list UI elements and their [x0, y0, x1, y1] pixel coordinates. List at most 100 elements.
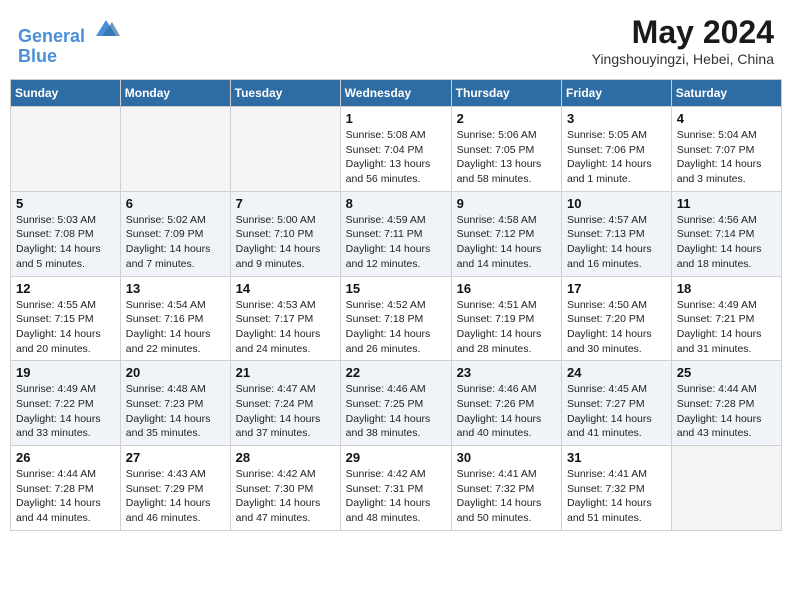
day-info: Sunrise: 5:06 AMSunset: 7:05 PMDaylight:…	[457, 128, 556, 187]
day-number: 8	[346, 196, 446, 211]
day-info: Sunrise: 4:59 AMSunset: 7:11 PMDaylight:…	[346, 213, 446, 272]
day-number: 13	[126, 281, 225, 296]
day-info: Sunrise: 4:45 AMSunset: 7:27 PMDaylight:…	[567, 382, 666, 441]
day-number: 6	[126, 196, 225, 211]
calendar-week-row: 5 Sunrise: 5:03 AMSunset: 7:08 PMDaylight…	[11, 191, 782, 276]
day-number: 29	[346, 450, 446, 465]
calendar-day-5: 5 Sunrise: 5:03 AMSunset: 7:08 PMDaylight…	[11, 191, 121, 276]
day-info: Sunrise: 4:58 AMSunset: 7:12 PMDaylight:…	[457, 213, 556, 272]
calendar-day-9: 9 Sunrise: 4:58 AMSunset: 7:12 PMDaylight…	[451, 191, 561, 276]
column-header-tuesday: Tuesday	[230, 80, 340, 107]
day-info: Sunrise: 4:54 AMSunset: 7:16 PMDaylight:…	[126, 298, 225, 357]
day-number: 25	[677, 365, 776, 380]
calendar-day-14: 14Sunrise: 4:53 AMSunset: 7:17 PMDayligh…	[230, 276, 340, 361]
calendar-week-row: 19Sunrise: 4:49 AMSunset: 7:22 PMDayligh…	[11, 361, 782, 446]
calendar-day-1: 1 Sunrise: 5:08 AMSunset: 7:04 PMDaylight…	[340, 107, 451, 192]
calendar-day-4: 4 Sunrise: 5:04 AMSunset: 7:07 PMDaylight…	[671, 107, 781, 192]
calendar-day-22: 22Sunrise: 4:46 AMSunset: 7:25 PMDayligh…	[340, 361, 451, 446]
day-number: 16	[457, 281, 556, 296]
day-number: 5	[16, 196, 115, 211]
title-section: May 2024 Yingshouyingzi, Hebei, China	[592, 14, 774, 67]
calendar-day-31: 31 Sunrise: 4:41 AMSunset: 7:32 PMDayligh…	[562, 446, 672, 531]
calendar-day-18: 18 Sunrise: 4:49 AMSunset: 7:21 PMDayligh…	[671, 276, 781, 361]
day-number: 9	[457, 196, 556, 211]
day-info: Sunrise: 4:55 AMSunset: 7:15 PMDaylight:…	[16, 298, 115, 357]
calendar-day-28: 28 Sunrise: 4:42 AMSunset: 7:30 PMDayligh…	[230, 446, 340, 531]
calendar-table: SundayMondayTuesdayWednesdayThursdayFrid…	[10, 79, 782, 531]
day-info: Sunrise: 4:41 AMSunset: 7:32 PMDaylight:…	[457, 467, 556, 526]
day-info: Sunrise: 5:03 AMSunset: 7:08 PMDaylight:…	[16, 213, 115, 272]
logo-icon	[92, 14, 120, 42]
column-header-friday: Friday	[562, 80, 672, 107]
calendar-day-24: 24 Sunrise: 4:45 AMSunset: 7:27 PMDayligh…	[562, 361, 672, 446]
calendar-day-10: 10 Sunrise: 4:57 AMSunset: 7:13 PMDayligh…	[562, 191, 672, 276]
calendar-day-15: 15 Sunrise: 4:52 AMSunset: 7:18 PMDayligh…	[340, 276, 451, 361]
calendar-header-row: SundayMondayTuesdayWednesdayThursdayFrid…	[11, 80, 782, 107]
column-header-wednesday: Wednesday	[340, 80, 451, 107]
calendar-day-19: 19Sunrise: 4:49 AMSunset: 7:22 PMDayligh…	[11, 361, 121, 446]
day-info: Sunrise: 5:05 AMSunset: 7:06 PMDaylight:…	[567, 128, 666, 187]
day-number: 30	[457, 450, 556, 465]
day-number: 21	[236, 365, 335, 380]
column-header-sunday: Sunday	[11, 80, 121, 107]
day-info: Sunrise: 4:44 AMSunset: 7:28 PMDaylight:…	[677, 382, 776, 441]
logo-text: General	[18, 14, 120, 47]
calendar-day-27: 27Sunrise: 4:43 AMSunset: 7:29 PMDayligh…	[120, 446, 230, 531]
calendar-day-25: 25 Sunrise: 4:44 AMSunset: 7:28 PMDayligh…	[671, 361, 781, 446]
calendar-day-23: 23 Sunrise: 4:46 AMSunset: 7:26 PMDayligh…	[451, 361, 561, 446]
day-info: Sunrise: 4:46 AMSunset: 7:26 PMDaylight:…	[457, 382, 556, 441]
day-number: 20	[126, 365, 225, 380]
day-info: Sunrise: 5:02 AMSunset: 7:09 PMDaylight:…	[126, 213, 225, 272]
day-info: Sunrise: 4:48 AMSunset: 7:23 PMDaylight:…	[126, 382, 225, 441]
day-info: Sunrise: 4:42 AMSunset: 7:31 PMDaylight:…	[346, 467, 446, 526]
day-number: 24	[567, 365, 666, 380]
calendar-day-29: 29 Sunrise: 4:42 AMSunset: 7:31 PMDayligh…	[340, 446, 451, 531]
day-number: 1	[346, 111, 446, 126]
day-info: Sunrise: 5:00 AMSunset: 7:10 PMDaylight:…	[236, 213, 335, 272]
day-info: Sunrise: 4:51 AMSunset: 7:19 PMDaylight:…	[457, 298, 556, 357]
column-header-saturday: Saturday	[671, 80, 781, 107]
day-number: 18	[677, 281, 776, 296]
day-number: 12	[16, 281, 115, 296]
day-number: 23	[457, 365, 556, 380]
day-number: 14	[236, 281, 335, 296]
day-info: Sunrise: 5:04 AMSunset: 7:07 PMDaylight:…	[677, 128, 776, 187]
day-info: Sunrise: 4:49 AMSunset: 7:21 PMDaylight:…	[677, 298, 776, 357]
page-header: General Blue May 2024 Yingshouyingzi, He…	[10, 10, 782, 71]
calendar-week-row: 1 Sunrise: 5:08 AMSunset: 7:04 PMDaylight…	[11, 107, 782, 192]
calendar-day-8: 8 Sunrise: 4:59 AMSunset: 7:11 PMDaylight…	[340, 191, 451, 276]
month-title: May 2024	[592, 14, 774, 51]
day-info: Sunrise: 4:57 AMSunset: 7:13 PMDaylight:…	[567, 213, 666, 272]
day-info: Sunrise: 4:41 AMSunset: 7:32 PMDaylight:…	[567, 467, 666, 526]
calendar-day-26: 26 Sunrise: 4:44 AMSunset: 7:28 PMDayligh…	[11, 446, 121, 531]
calendar-day-11: 11Sunrise: 4:56 AMSunset: 7:14 PMDayligh…	[671, 191, 781, 276]
day-number: 28	[236, 450, 335, 465]
calendar-week-row: 26 Sunrise: 4:44 AMSunset: 7:28 PMDayligh…	[11, 446, 782, 531]
day-number: 7	[236, 196, 335, 211]
day-info: Sunrise: 4:56 AMSunset: 7:14 PMDaylight:…	[677, 213, 776, 272]
calendar-empty-cell	[671, 446, 781, 531]
day-number: 26	[16, 450, 115, 465]
day-number: 15	[346, 281, 446, 296]
day-number: 31	[567, 450, 666, 465]
day-info: Sunrise: 4:47 AMSunset: 7:24 PMDaylight:…	[236, 382, 335, 441]
day-number: 4	[677, 111, 776, 126]
day-info: Sunrise: 5:08 AMSunset: 7:04 PMDaylight:…	[346, 128, 446, 187]
day-number: 17	[567, 281, 666, 296]
day-info: Sunrise: 4:42 AMSunset: 7:30 PMDaylight:…	[236, 467, 335, 526]
day-number: 3	[567, 111, 666, 126]
day-number: 2	[457, 111, 556, 126]
day-info: Sunrise: 4:44 AMSunset: 7:28 PMDaylight:…	[16, 467, 115, 526]
column-header-thursday: Thursday	[451, 80, 561, 107]
day-info: Sunrise: 4:52 AMSunset: 7:18 PMDaylight:…	[346, 298, 446, 357]
day-number: 27	[126, 450, 225, 465]
day-info: Sunrise: 4:46 AMSunset: 7:25 PMDaylight:…	[346, 382, 446, 441]
calendar-day-21: 21 Sunrise: 4:47 AMSunset: 7:24 PMDayligh…	[230, 361, 340, 446]
calendar-day-6: 6 Sunrise: 5:02 AMSunset: 7:09 PMDaylight…	[120, 191, 230, 276]
location: Yingshouyingzi, Hebei, China	[592, 51, 774, 67]
calendar-day-12: 12 Sunrise: 4:55 AMSunset: 7:15 PMDayligh…	[11, 276, 121, 361]
day-number: 10	[567, 196, 666, 211]
calendar-day-2: 2 Sunrise: 5:06 AMSunset: 7:05 PMDaylight…	[451, 107, 561, 192]
logo-general: General	[18, 26, 85, 46]
calendar-week-row: 12 Sunrise: 4:55 AMSunset: 7:15 PMDayligh…	[11, 276, 782, 361]
